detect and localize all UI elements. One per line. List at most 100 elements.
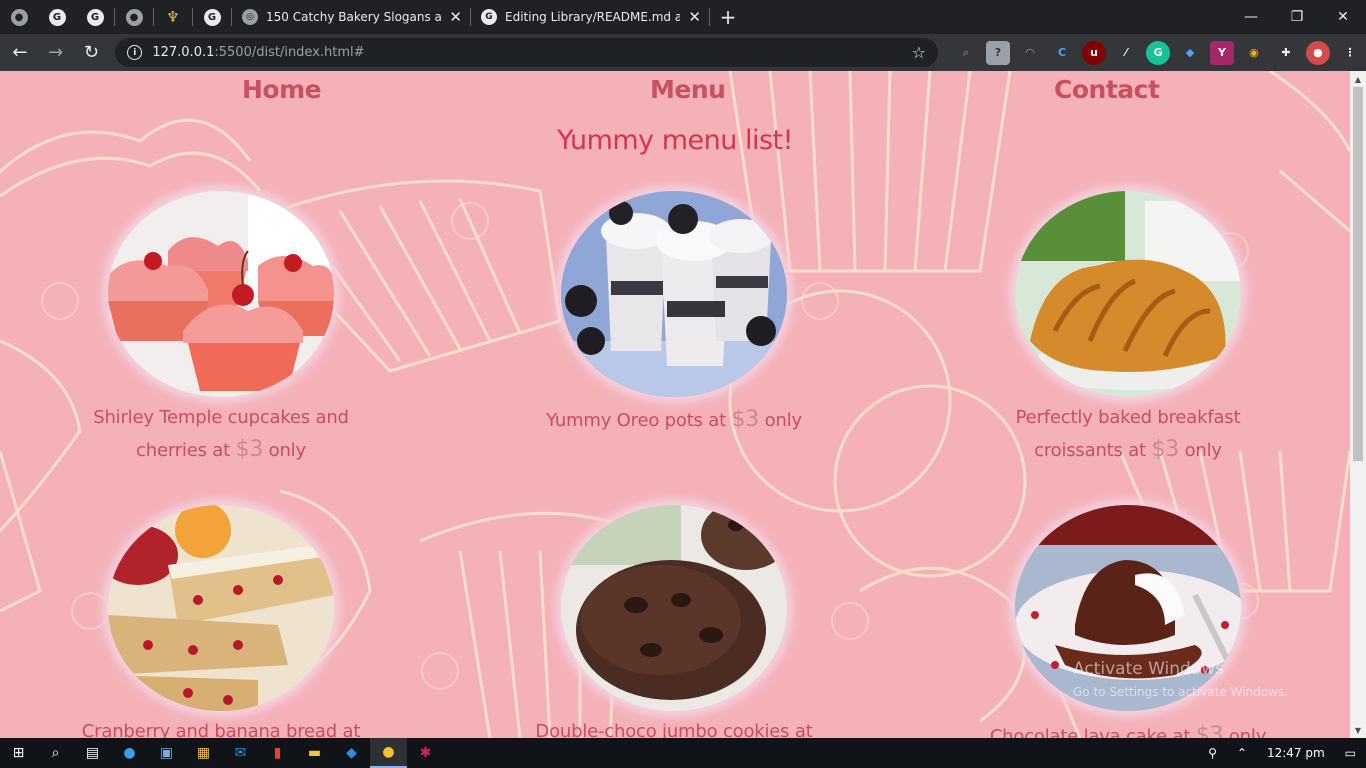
menu-item-caption: Chocolate lava cake at $3 only [978,720,1278,738]
mail-icon: ✉ [234,745,247,761]
pinned-tab-github[interactable]: G [193,0,231,34]
croissants-image [1015,191,1241,397]
tab-bakery-slogans[interactable]: ◎ 150 Catchy Bakery Slogans and T ✕ [232,0,470,34]
address-bar[interactable]: i 127.0.0.1:5500/dist/index.html# ☆ [115,38,938,67]
help-icon[interactable]: ? [985,40,1010,65]
windows-start-button[interactable]: ⊞ [0,738,37,768]
menu-item-card: Chocolate lava cake at $3 only [978,505,1278,738]
search-icon[interactable]: ⌕ [954,41,978,65]
taskbar-vscode[interactable]: ◆ [333,738,370,768]
menu-item-card: Double-choco jumbo cookies at [524,505,824,738]
clock[interactable]: 12:47 pm [1267,746,1325,760]
taskbar-file-explorer[interactable]: ▬ [296,738,333,768]
pinned-tab-chrome[interactable]: ● [0,0,38,34]
edge-icon: ● [123,745,136,761]
github-icon: G [203,8,221,26]
taskbar-edge[interactable]: ● [111,738,148,768]
watermark-subtitle: Go to Settings to activate Windows. [1073,685,1288,699]
ublock-icon[interactable]: u [1081,40,1106,65]
taskbar-chrome[interactable]: ● [370,738,407,768]
chrome-icon: ● [382,744,395,760]
window-controls: — ❐ ✕ [1228,0,1366,34]
choco-cookies-image [561,505,787,711]
page-viewport: Home Menu Contact Yummy menu list! Shirl… [0,71,1350,738]
puzzle-icon[interactable]: ✚ [1274,41,1298,65]
bee-icon: ♆ [166,8,180,26]
page-scrollbar[interactable]: ▲ ▼ [1350,71,1366,738]
globe-icon: ◎ [242,9,258,25]
taskbar-bag[interactable]: ▦ [185,738,222,768]
pinned-tab-bee[interactable]: ♆ [154,0,192,34]
scroll-up-icon[interactable]: ▲ [1350,71,1366,87]
taskbar-store[interactable]: ▣ [148,738,185,768]
close-tab-icon[interactable]: ✕ [449,8,462,26]
nav-home-link[interactable]: Home [242,75,322,104]
github-icon: G [86,8,104,26]
menu-item-caption: Double-choco jumbo cookies at [524,716,824,738]
github-icon: G [48,8,66,26]
task-view-button[interactable]: ▤ [74,738,111,768]
system-tray: ⚲ ⌃ 12:47 pm ▭ [1198,738,1366,768]
yoast-icon[interactable]: Y [1209,40,1234,65]
item-description: Yummy Oreo pots at [546,410,726,431]
tab-readme[interactable]: G Editing Library/README.md at fe ✕ [471,0,709,34]
scrollbar-thumb[interactable] [1353,87,1363,461]
item-price: $3 [1195,723,1224,738]
eyedropper-icon[interactable]: ⁄ [1114,41,1138,65]
people-icon[interactable]: ⚲ [1208,746,1217,760]
close-tab-icon[interactable]: ✕ [688,8,701,26]
headset-icon[interactable]: ◠ [1018,41,1042,65]
forward-button[interactable]: → [40,37,72,69]
tab-strip: ● G G ● ♆ G ◎ 150 Catchy Bakery Slogans … [0,0,1366,34]
chevron-up-icon[interactable]: ⌃ [1237,746,1247,760]
folder-icon: ▬ [307,745,322,761]
nav-contact-link[interactable]: Contact [1054,75,1160,104]
watermark-title: Activate Windows [1073,659,1224,679]
arrow-left-icon: ← [12,42,28,63]
menu-dots-icon[interactable]: ⋮ [1338,41,1362,65]
menu-item-caption: Shirley Temple cupcakes and cherries at … [71,402,371,467]
scroll-down-icon[interactable]: ▼ [1350,722,1366,738]
reload-button[interactable]: ↻ [76,37,108,69]
item-price: $3 [1151,437,1180,462]
menu-item-caption: Cranberry and banana bread at [71,716,371,738]
nav-menu-link[interactable]: Menu [650,75,726,104]
chrome-icon: ● [125,8,143,26]
url-host: 127.0.0.1 [152,45,215,60]
notification-icon[interactable]: ▭ [1345,746,1356,760]
menu-item-caption: Perfectly baked breakfast croissants at … [978,402,1278,467]
minimize-button[interactable]: — [1228,0,1274,34]
bag-icon: ▦ [196,745,211,761]
c-icon[interactable]: C [1050,41,1074,65]
bookmark-star-icon[interactable]: ☆ [912,43,926,62]
page-title: Yummy menu list! [557,125,793,156]
item-price: $3 [731,407,760,432]
menu-item-caption: Yummy Oreo pots at $3 only [524,404,824,437]
grammarly-icon[interactable]: G [1145,40,1170,65]
pinned-tab-github[interactable]: G [76,0,114,34]
tab-title: 150 Catchy Bakery Slogans and T [266,10,442,24]
back-button[interactable]: ← [4,37,36,69]
restore-button[interactable]: ❐ [1274,0,1320,34]
pinned-tab-chrome[interactable]: ● [115,0,153,34]
avatar-icon[interactable]: ● [1305,40,1330,65]
activate-windows-watermark: Activate Windows Go to Settings to activ… [1073,659,1288,699]
taskbar-office[interactable]: ▮ [259,738,296,768]
item-description: Shirley Temple cupcakes and cherries at [93,407,349,461]
site-nav: Home Menu Contact [0,75,1350,115]
item-suffix: only [268,440,306,461]
taskbar-search-button[interactable]: ⌕ [37,738,74,768]
menu-item-card: Cranberry and banana bread at [71,505,371,738]
new-tab-button[interactable]: + [710,5,746,29]
diamond-icon[interactable]: ◆ [1178,41,1202,65]
item-suffix: only [1228,726,1267,738]
slack-icon: ✱ [419,745,432,761]
glasses-icon[interactable]: ◉ [1242,41,1266,65]
item-description: Chocolate lava cake at [989,726,1191,738]
close-window-button[interactable]: ✕ [1320,0,1366,34]
taskbar-slack[interactable]: ✱ [407,738,444,768]
pinned-tab-github[interactable]: G [38,0,76,34]
menu-item-card: Shirley Temple cupcakes and cherries at … [71,191,371,467]
taskbar-mail[interactable]: ✉ [222,738,259,768]
info-icon[interactable]: i [127,45,143,60]
